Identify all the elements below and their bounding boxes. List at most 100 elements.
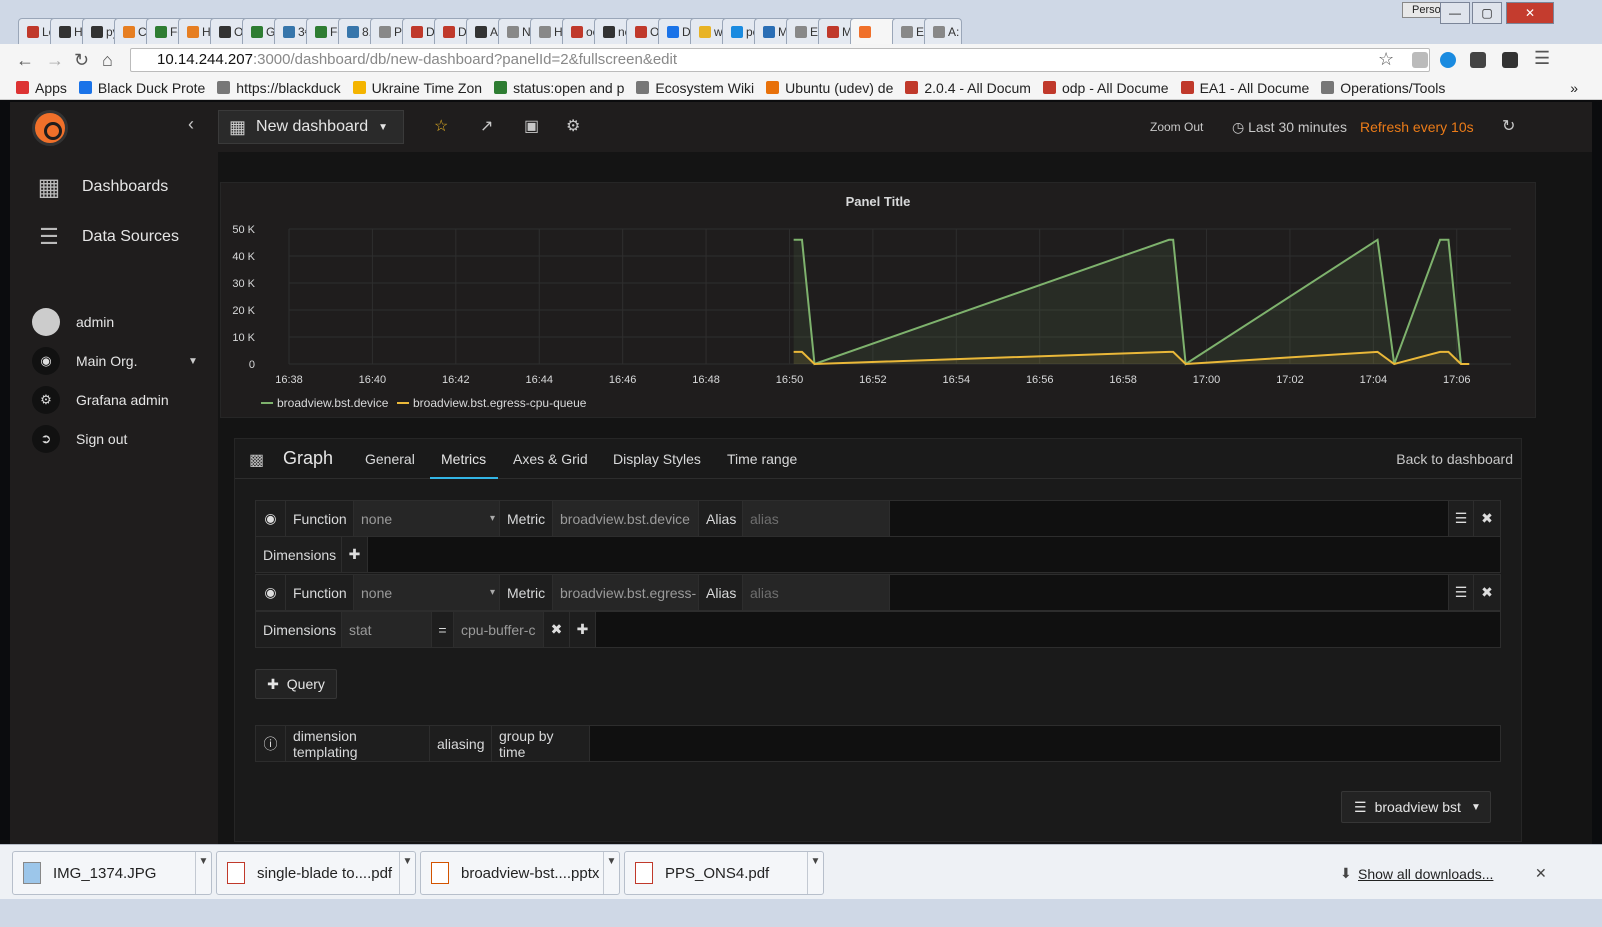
chrome-menu-icon[interactable]: ☰ <box>1534 48 1550 69</box>
bookmark-label: Ubuntu (udev) de <box>785 79 894 96</box>
share-icon[interactable]: ↗ <box>480 116 493 136</box>
chevron-left-icon[interactable]: ‹ <box>188 114 194 135</box>
address-bar[interactable]: 10.14.244.207:3000/dashboard/db/new-dash… <box>130 48 1430 72</box>
maximize-button[interactable]: ▢ <box>1472 2 1502 24</box>
chevron-down-icon[interactable]: ▼ <box>195 852 211 894</box>
bookmark-item[interactable]: Apps <box>16 80 67 96</box>
pdf-file-icon <box>635 862 653 884</box>
star-icon[interactable]: ☆ <box>434 116 448 136</box>
bookmark-item[interactable]: https://blackduck <box>217 80 341 96</box>
dashboard-picker[interactable]: ▦ New dashboard ▼ <box>218 110 404 144</box>
legend-item[interactable]: broadview.bst.device <box>277 396 389 410</box>
bookmark-item[interactable]: 2.0.4 - All Docum <box>905 80 1031 96</box>
download-item[interactable]: PPS_ONS4.pdf ▼ <box>624 851 824 895</box>
refresh-icon[interactable]: ↻ <box>1502 116 1515 136</box>
function-select[interactable]: none <box>354 501 500 536</box>
bookmark-star-icon[interactable]: ☆ <box>1378 49 1394 70</box>
remove-query-icon[interactable]: ✖ <box>1474 501 1500 536</box>
window-close-button[interactable]: ✕ <box>1506 2 1554 24</box>
bookmark-item[interactable]: Ecosystem Wiki <box>636 80 754 96</box>
metric-input[interactable]: broadview.bst.egress- <box>553 575 699 610</box>
menu-icon[interactable]: ☰ <box>1448 575 1474 610</box>
minimize-button[interactable]: — <box>1440 2 1470 24</box>
dimension-key-input[interactable]: stat <box>342 612 432 647</box>
extension-icon[interactable] <box>1412 52 1428 68</box>
tab-time-range[interactable]: Time range <box>727 451 797 467</box>
bookmarks-bar: Apps Black Duck Prote https://blackduck Ukr… <box>0 76 1602 100</box>
save-icon[interactable]: ▣ <box>524 116 539 136</box>
eye-icon[interactable]: ◉ <box>256 501 286 536</box>
legend-item[interactable]: broadview.bst.egress-cpu-queue <box>413 396 587 410</box>
tab-axes-grid[interactable]: Axes & Grid <box>513 451 588 467</box>
alias-input[interactable]: alias <box>743 501 890 536</box>
browser-tab[interactable] <box>850 18 898 44</box>
tab-general[interactable]: General <box>365 451 415 467</box>
download-item[interactable]: IMG_1374.JPG ▼ <box>12 851 212 895</box>
add-dimension-icon[interactable]: ✚ <box>342 537 368 572</box>
add-dimension-icon[interactable]: ✚ <box>570 612 596 647</box>
zoom-out-button[interactable]: Zoom Out <box>1150 120 1203 134</box>
bookmark-item[interactable]: Operations/Tools <box>1321 80 1445 96</box>
bookmark-item[interactable]: EA1 - All Docume <box>1180 80 1309 96</box>
back-to-dashboard-link[interactable]: Back to dashboard <box>1396 451 1513 467</box>
panel-type-label: Graph <box>283 448 334 468</box>
function-select[interactable]: none <box>354 575 500 610</box>
time-range-picker[interactable]: ◷ Last 30 minutes <box>1232 119 1347 136</box>
bookmark-item[interactable]: status:open and p <box>494 80 624 96</box>
alias-input[interactable]: alias <box>743 575 890 610</box>
close-downloads-icon[interactable]: ✕ <box>1535 865 1547 882</box>
sidemenu-org[interactable]: ◉ Main Org. ▼ <box>32 347 198 375</box>
tab-favicon-icon <box>411 25 423 38</box>
bookmark-favicon-icon <box>16 81 29 94</box>
bookmark-item[interactable]: Black Duck Prote <box>78 80 205 96</box>
sidemenu-data-sources[interactable]: ☰ Data Sources <box>36 224 179 249</box>
show-all-downloads-link[interactable]: Show all downloads... <box>1358 866 1493 882</box>
tab-favicon-icon <box>859 25 871 38</box>
datasource-picker[interactable]: ☰ broadview bst ▼ <box>1341 791 1491 823</box>
remove-dimension-icon[interactable]: ✖ <box>544 612 570 647</box>
help-dimension-templating[interactable]: dimension templating <box>286 726 430 761</box>
sidemenu-dashboards[interactable]: ▦ Dashboards <box>36 174 169 201</box>
chevron-down-icon[interactable]: ▼ <box>399 852 415 894</box>
chevron-down-icon[interactable]: ▼ <box>807 852 823 894</box>
bookmark-item[interactable]: odp - All Docume <box>1042 79 1169 96</box>
bookmark-label: odp - All Docume <box>1061 79 1169 96</box>
reload-icon[interactable]: ↻ <box>74 50 89 71</box>
add-query-label: Query <box>286 676 325 692</box>
help-aliasing[interactable]: aliasing <box>430 726 492 761</box>
tab-metrics[interactable]: Metrics <box>441 451 486 467</box>
dimension-value-input[interactable]: cpu-buffer-c <box>454 612 544 647</box>
bookmark-item[interactable]: Ukraine Time Zon <box>352 79 483 96</box>
tab-display-styles[interactable]: Display Styles <box>613 451 701 467</box>
x-tick-label: 17:04 <box>1360 374 1388 386</box>
extension-icon[interactable] <box>1470 52 1486 68</box>
more-bookmarks-button[interactable]: » <box>1570 80 1578 96</box>
chevron-down-icon[interactable]: ▼ <box>603 852 619 894</box>
clock-icon: ◷ <box>1232 119 1249 135</box>
forward-arrow-icon[interactable]: → <box>46 50 64 71</box>
metric-input[interactable]: broadview.bst.device <box>553 501 699 536</box>
function-label: Function <box>286 501 354 536</box>
menu-icon[interactable]: ☰ <box>1448 501 1474 536</box>
sidemenu-user[interactable]: admin <box>32 308 114 336</box>
bookmark-item[interactable]: Ubuntu (udev) de <box>766 80 893 96</box>
back-arrow-icon[interactable]: ← <box>16 50 34 71</box>
extension-icon[interactable] <box>1502 52 1518 68</box>
download-item[interactable]: single-blade to....pdf ▼ <box>216 851 416 895</box>
browser-tab[interactable]: A: <box>924 18 962 44</box>
remove-query-icon[interactable]: ✖ <box>1474 575 1500 610</box>
x-tick-label: 16:42 <box>442 374 470 386</box>
sidemenu-sign-out[interactable]: ➲ Sign out <box>32 425 127 453</box>
home-icon[interactable]: ⌂ <box>102 50 113 71</box>
grafana-logo-icon[interactable] <box>32 110 68 146</box>
sidemenu-grafana-admin[interactable]: ⚙ Grafana admin <box>32 386 169 414</box>
settings-gear-icon[interactable]: ⚙ <box>566 116 580 136</box>
add-query-button[interactable]: ✚ Query <box>255 669 337 699</box>
extension-icon[interactable] <box>1440 52 1456 68</box>
bookmark-label: Ukraine Time Zon <box>371 79 483 96</box>
refresh-interval-label[interactable]: Refresh every 10s <box>1360 119 1474 135</box>
help-group-by-time[interactable]: group by time <box>492 726 590 761</box>
eye-icon[interactable]: ◉ <box>256 575 286 610</box>
download-item[interactable]: broadview-bst....pptx ▼ <box>420 851 620 895</box>
side-menu: ▦ Dashboards ☰ Data Sources admin ◉ Main… <box>10 152 218 860</box>
